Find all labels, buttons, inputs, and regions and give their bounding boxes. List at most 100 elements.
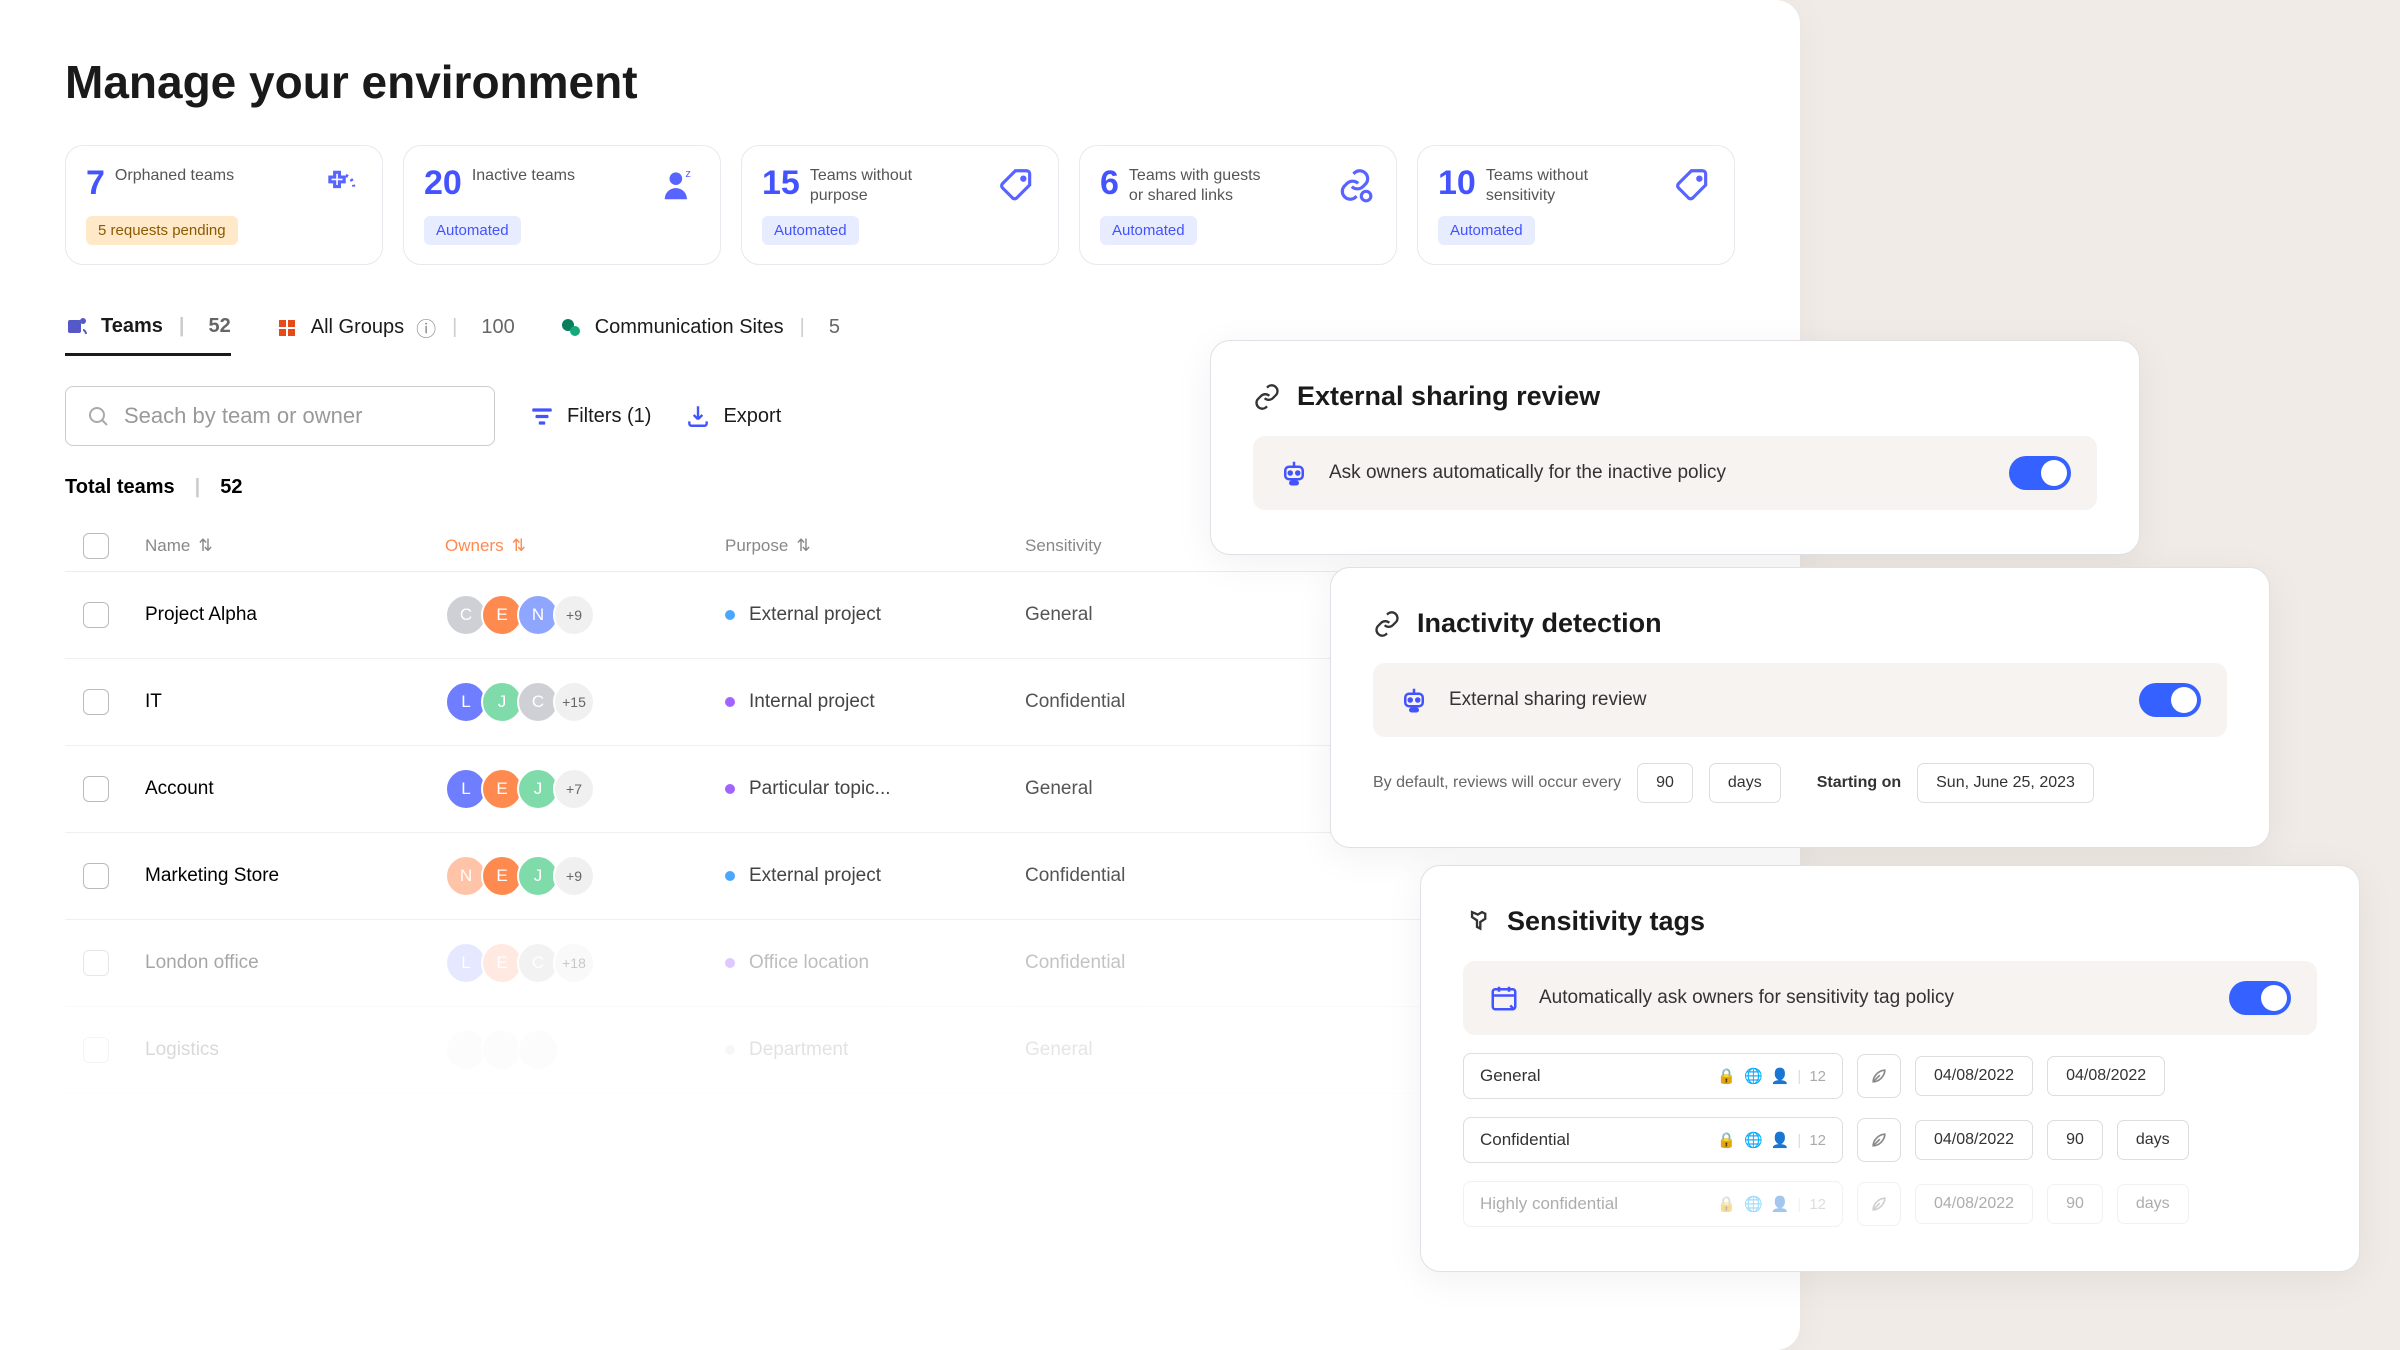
row-checkbox[interactable] bbox=[83, 689, 109, 715]
stat-label: Teams without sensitivity bbox=[1486, 164, 1636, 206]
stat-card[interactable]: 10 Teams without sensitivity Automated bbox=[1417, 145, 1735, 265]
tab-count: 100 bbox=[481, 316, 514, 339]
avatar-overflow[interactable]: +9 bbox=[553, 594, 595, 636]
sensitivity-cell: General bbox=[1025, 1039, 1225, 1061]
purpose-cell: Office location bbox=[725, 952, 1025, 974]
totals-label: Total teams bbox=[65, 476, 175, 499]
external-sharing-panel: External sharing review Ask owners autom… bbox=[1210, 340, 2140, 555]
date-input[interactable]: 04/08/2022 bbox=[2047, 1056, 2165, 1096]
tag-name-box[interactable]: Confidential 🔒 🌐 👤 | 12 bbox=[1463, 1117, 1843, 1163]
globe-icon: 🌐 bbox=[1744, 1067, 1763, 1085]
tag-count: 12 bbox=[1809, 1068, 1826, 1085]
sensitivity-cell: Confidential bbox=[1025, 865, 1225, 887]
tag-name-box[interactable]: General 🔒 🌐 👤 | 12 bbox=[1463, 1053, 1843, 1099]
policy-toggle[interactable] bbox=[2229, 981, 2291, 1015]
owners-avatars: LEC +18 bbox=[445, 942, 725, 984]
link-icon bbox=[1253, 383, 1281, 411]
team-name: IT bbox=[145, 691, 445, 713]
owners-avatars: NEJ +9 bbox=[445, 855, 725, 897]
owners-avatars: LEJ +7 bbox=[445, 768, 725, 810]
tag-mini-icons: 🔒 🌐 👤 | 12 bbox=[1717, 1195, 1826, 1213]
row-checkbox[interactable] bbox=[83, 950, 109, 976]
row-checkbox[interactable] bbox=[83, 1037, 109, 1063]
date-input[interactable]: 04/08/2022 bbox=[1915, 1120, 2033, 1160]
interval-unit[interactable]: days bbox=[2117, 1120, 2189, 1160]
sensitivity-tag-row: General 🔒 🌐 👤 | 12 04/08/2022 04/08/2022 bbox=[1463, 1053, 2317, 1099]
leaf-icon bbox=[1869, 1066, 1889, 1086]
column-name[interactable]: Name ⇅ bbox=[145, 533, 445, 559]
tab-count: 5 bbox=[829, 316, 840, 339]
search-input[interactable] bbox=[124, 403, 474, 429]
teams-icon bbox=[65, 314, 89, 338]
column-purpose[interactable]: Purpose ⇅ bbox=[725, 533, 1025, 559]
date-input[interactable]: 04/08/2022 bbox=[1915, 1184, 2033, 1224]
date-input[interactable]: 04/08/2022 bbox=[1915, 1056, 2033, 1096]
stat-card[interactable]: 6 Teams with guests or shared links Auto… bbox=[1079, 145, 1397, 265]
policy-toggle[interactable] bbox=[2009, 456, 2071, 490]
row-checkbox[interactable] bbox=[83, 776, 109, 802]
tab-communication-sites[interactable]: Communication Sites | 5 bbox=[559, 313, 840, 356]
policy-text: External sharing review bbox=[1449, 689, 2119, 711]
column-owners[interactable]: Owners ⇅ bbox=[445, 533, 725, 559]
tag-action-button[interactable] bbox=[1857, 1182, 1901, 1226]
row-checkbox[interactable] bbox=[83, 863, 109, 889]
sensitivity-tag-row: Confidential 🔒 🌐 👤 | 12 04/08/2022 90 da… bbox=[1463, 1117, 2317, 1163]
row-checkbox[interactable] bbox=[83, 602, 109, 628]
tab-all-groups[interactable]: All Groups ⓘ | 100 bbox=[275, 313, 515, 356]
policy-text: Ask owners automatically for the inactiv… bbox=[1329, 462, 1989, 484]
purpose-dot-icon bbox=[725, 871, 735, 881]
avatar-overflow[interactable]: +18 bbox=[553, 942, 595, 984]
stat-label: Teams without purpose bbox=[810, 164, 960, 206]
tag-name: General bbox=[1480, 1066, 1540, 1086]
starting-date-input[interactable]: Sun, June 25, 2023 bbox=[1917, 763, 2094, 803]
filters-button[interactable]: Filters (1) bbox=[529, 403, 651, 429]
lock-icon: 🔒 bbox=[1717, 1067, 1736, 1085]
purpose-cell: Internal project bbox=[725, 691, 1025, 713]
owners-avatars: LJC +15 bbox=[445, 681, 725, 723]
tag-action-button[interactable] bbox=[1857, 1118, 1901, 1162]
tag-name-box[interactable]: Highly confidential 🔒 🌐 👤 | 12 bbox=[1463, 1181, 1843, 1227]
stat-cards-row: 7 Orphaned teams 5 requests pending 20 I… bbox=[65, 145, 1735, 265]
export-label: Export bbox=[723, 405, 781, 428]
team-name: Logistics bbox=[145, 1039, 445, 1061]
stat-badge: Automated bbox=[1100, 216, 1197, 245]
policy-toggle[interactable] bbox=[2139, 683, 2201, 717]
avatar-overflow[interactable]: +9 bbox=[553, 855, 595, 897]
purpose-dot-icon bbox=[725, 697, 735, 707]
stat-card[interactable]: 20 Inactive teams z Automated bbox=[403, 145, 721, 265]
robot-icon bbox=[1399, 685, 1429, 715]
panel-header: Inactivity detection bbox=[1373, 608, 2227, 639]
stat-badge: Automated bbox=[424, 216, 521, 245]
export-button[interactable]: Export bbox=[685, 403, 781, 429]
interval-value-input[interactable]: 90 bbox=[2047, 1184, 2103, 1224]
team-name: Account bbox=[145, 778, 445, 800]
divider: | bbox=[195, 476, 201, 499]
interval-unit[interactable]: days bbox=[2117, 1184, 2189, 1224]
owners-avatars bbox=[445, 1029, 725, 1071]
robot-icon bbox=[1279, 458, 1309, 488]
tag-count: 12 bbox=[1809, 1132, 1826, 1149]
starting-label: Starting on bbox=[1817, 774, 1901, 792]
sensitivity-cell: General bbox=[1025, 778, 1225, 800]
tab-label: Communication Sites bbox=[595, 316, 784, 339]
interval-unit[interactable]: days bbox=[1709, 763, 1781, 803]
stat-number: 10 bbox=[1438, 164, 1476, 203]
purpose-cell: Particular topic... bbox=[725, 778, 1025, 800]
tag-action-button[interactable] bbox=[1857, 1054, 1901, 1098]
interval-value-input[interactable]: 90 bbox=[1637, 763, 1693, 803]
office-icon bbox=[275, 316, 299, 340]
stat-card[interactable]: 15 Teams without purpose Automated bbox=[741, 145, 1059, 265]
select-all-checkbox[interactable] bbox=[83, 533, 109, 559]
lock-icon: 🔒 bbox=[1717, 1131, 1736, 1149]
avatar-overflow[interactable]: +15 bbox=[553, 681, 595, 723]
purpose-dot-icon bbox=[725, 784, 735, 794]
stat-card[interactable]: 7 Orphaned teams 5 requests pending bbox=[65, 145, 383, 265]
column-sensitivity[interactable]: Sensitivity bbox=[1025, 533, 1225, 559]
avatar-overflow[interactable]: +7 bbox=[553, 768, 595, 810]
purpose-cell: Department bbox=[725, 1039, 1025, 1061]
tab-teams[interactable]: Teams | 52 bbox=[65, 313, 231, 356]
stat-icon bbox=[320, 164, 362, 206]
calendar-icon bbox=[1489, 983, 1519, 1013]
search-box[interactable] bbox=[65, 386, 495, 446]
interval-value-input[interactable]: 90 bbox=[2047, 1120, 2103, 1160]
